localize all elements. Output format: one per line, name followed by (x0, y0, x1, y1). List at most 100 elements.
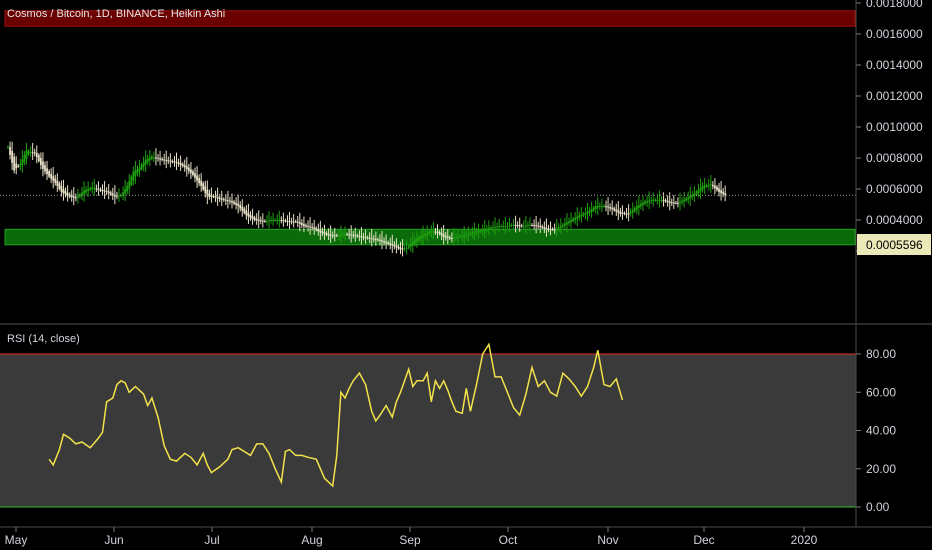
candle-body (95, 188, 98, 190)
candle-body (101, 189, 104, 192)
candle-body (167, 160, 170, 162)
candle-body (533, 225, 535, 227)
candle-body (389, 243, 392, 245)
candle-body (469, 233, 472, 235)
candle-body (132, 171, 135, 181)
candle-body (263, 221, 266, 223)
candle-body (522, 225, 525, 227)
candle-body (157, 157, 159, 159)
candle-body (15, 163, 18, 169)
candle-body (650, 200, 653, 202)
candle-body (617, 210, 620, 213)
candle-body (11, 151, 14, 163)
candle-body (48, 171, 50, 177)
rsi-axis[interactable]: 80.00 60.00 40.00 20.00 0.00 (856, 347, 896, 514)
rsi-pane[interactable] (0, 342, 856, 508)
price-axis-label: 0.0016000 (866, 27, 923, 41)
price-axis-label: 0.0010000 (866, 120, 923, 134)
candle-body (292, 221, 295, 223)
candle-body (479, 230, 482, 232)
candle-body (298, 222, 301, 224)
candle-body (128, 181, 131, 189)
candle-body (321, 231, 324, 234)
candle-body (590, 209, 593, 212)
candle-body (541, 226, 544, 228)
candle-body (317, 229, 320, 232)
candle-body (529, 224, 531, 226)
candle-body (594, 206, 597, 210)
candle-body (442, 234, 445, 238)
candle-body (709, 184, 712, 186)
candle-body (584, 213, 587, 215)
candle-body (72, 196, 75, 198)
candle-body (629, 211, 632, 214)
candle-body (335, 235, 338, 237)
candle-body (140, 164, 143, 170)
candle-body (276, 220, 279, 221)
candle-body (134, 170, 137, 177)
candle-body (303, 224, 305, 227)
candle-body (185, 166, 188, 170)
candle-body (455, 237, 457, 239)
candle-body (564, 223, 566, 226)
chart-title: Cosmos / Bitcoin, 1D, BINANCE, Heikin As… (7, 8, 225, 20)
candle-body (300, 222, 303, 226)
candle-body (19, 164, 22, 167)
candle-body (453, 237, 455, 239)
candle-body (118, 195, 120, 197)
candle-body (490, 227, 492, 229)
candle-body (467, 233, 470, 236)
candle-body (253, 217, 256, 220)
candle-body (518, 225, 521, 227)
candle-body (483, 229, 486, 231)
candle-body (461, 235, 464, 237)
candle-body (239, 204, 242, 209)
candle-body (153, 157, 155, 159)
candle-body (62, 189, 65, 194)
candle-body (288, 221, 291, 223)
candle-body (74, 197, 77, 199)
candle-body (356, 235, 359, 237)
price-pane[interactable] (0, 0, 856, 323)
candle-body (116, 195, 118, 197)
candle-body (401, 248, 404, 250)
candle-body (568, 221, 570, 224)
candle-body (358, 235, 361, 237)
time-axis[interactable]: May Jun Jul Aug Sep Oct Nov Dec 2020 (5, 527, 818, 547)
candle-body (531, 224, 533, 226)
candle-body (446, 236, 449, 239)
candle-body (243, 208, 246, 214)
candle-body (309, 226, 311, 228)
price-axis-label: 0.0006000 (866, 182, 923, 196)
candle-body (259, 220, 262, 222)
tradingview-chart[interactable]: 0.0018000 0.0016000 0.0014000 0.0012000 0.00… (0, 0, 932, 550)
candle-body (331, 235, 334, 237)
candle-body (492, 226, 494, 228)
candle-body (637, 204, 640, 208)
candle-body (607, 206, 609, 208)
price-axis-label: 0.0014000 (866, 58, 923, 72)
candle-body (524, 225, 527, 227)
candle-body (216, 196, 219, 199)
candle-body (21, 159, 24, 166)
candle-body (633, 207, 636, 212)
candle-body (138, 167, 141, 172)
candle-body (245, 210, 248, 216)
candle-body (202, 183, 205, 190)
candle-body (247, 213, 250, 217)
candle-body (549, 228, 552, 230)
candle-body (64, 191, 67, 195)
candle-body (551, 229, 554, 231)
candle-body (399, 247, 402, 250)
candle-body (666, 200, 669, 203)
candle-body (545, 227, 548, 230)
candle-body (403, 248, 406, 250)
candle-body (502, 226, 505, 228)
price-axis[interactable]: 0.0018000 0.0016000 0.0014000 0.0012000 0.00… (856, 0, 923, 258)
time-axis-label: Jul (204, 533, 219, 547)
candle-body (194, 173, 196, 178)
candle-body (327, 233, 330, 236)
candle-body (148, 157, 151, 161)
candle-body (418, 237, 420, 241)
rsi-axis-label: 60.00 (866, 385, 896, 399)
